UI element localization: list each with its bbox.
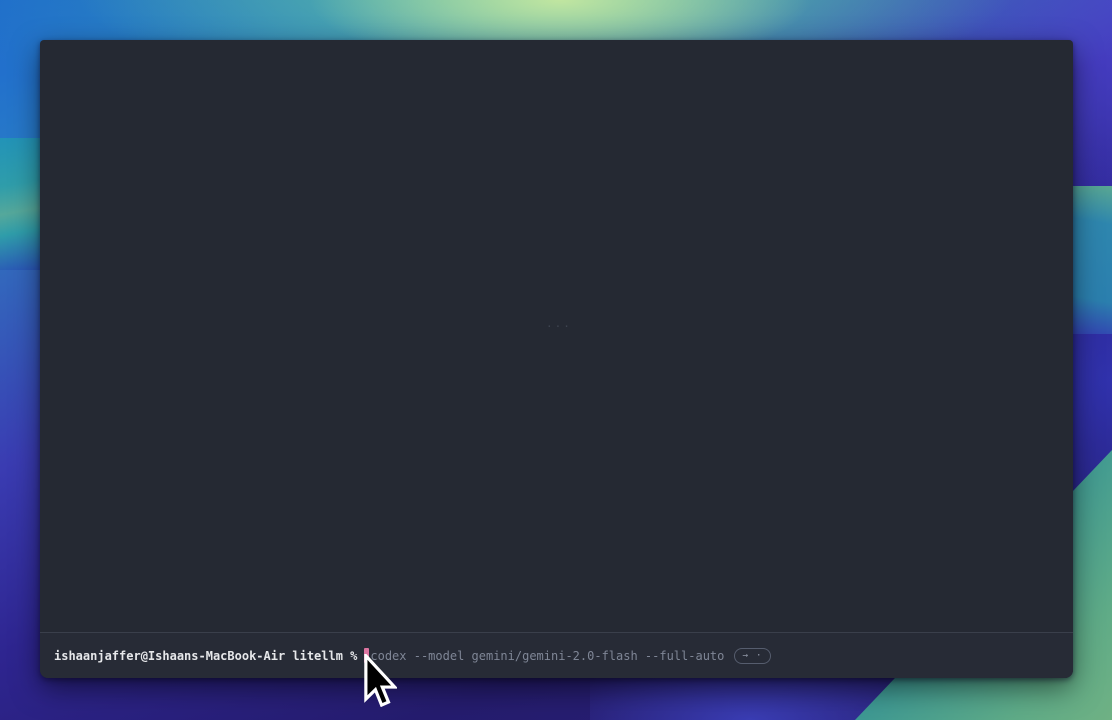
mouse-cursor-icon: [363, 654, 397, 707]
prompt-symbol: %: [350, 649, 357, 663]
terminal-window[interactable]: ··· ishaanjaffer@Ishaans-MacBook-Air lit…: [40, 40, 1073, 678]
prompt-autosuggestion: codex --model gemini/gemini-2.0-flash --…: [370, 649, 724, 663]
terminal-output-area[interactable]: ···: [40, 40, 1073, 632]
prompt-user-host: ishaanjaffer@Ishaans-MacBook-Air: [54, 649, 285, 663]
terminal-prompt-bar[interactable]: ishaanjaffer@Ishaans-MacBook-Air litellm…: [40, 632, 1073, 678]
terminal-loading-dots: ···: [546, 320, 572, 333]
wallpaper-teal-band-right: [1068, 186, 1112, 334]
suggestion-accept-hint-badge: → ·: [734, 648, 770, 664]
prompt-cwd: litellm: [292, 649, 343, 663]
